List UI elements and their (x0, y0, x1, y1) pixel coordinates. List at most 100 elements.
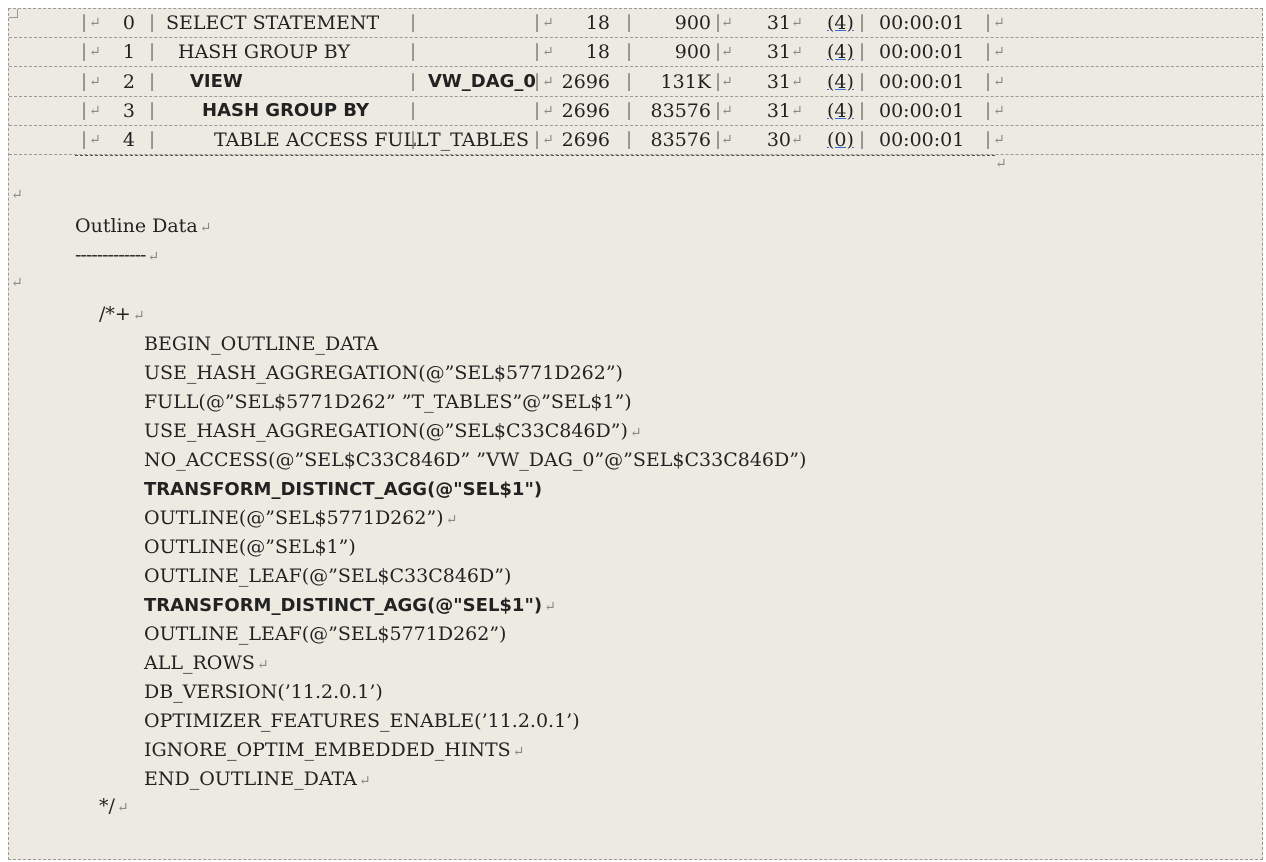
plan-id: 4 (122, 129, 135, 151)
cell-mark: ↵ (791, 132, 803, 148)
plan-bottom-divider (75, 155, 995, 157)
hint-close-text: */ (99, 795, 115, 817)
plan-operation: VIEW (190, 71, 243, 92)
paragraph-mark: ↵ (544, 599, 556, 615)
plan-row[interactable]: | ↵ 3 | HASH GROUP BY | | ↵ 2696 | 83576 | ↵ 31 ↵ (4) | 0… (9, 97, 1264, 126)
outline-hint[interactable]: USE_HASH_AGGREGATION(@”SEL$C33C846D”) ↵ (144, 418, 642, 446)
column-separator: | (81, 71, 88, 92)
outline-hint-text: TRANSFORM_DISTINCT_AGG(@"SEL$1") (144, 479, 543, 500)
outline-hint-text: OUTLINE_LEAF(@”SEL$5771D262”) (144, 623, 507, 645)
cell-mark: ↵ (791, 103, 803, 119)
outline-underline-text: ------------- (75, 244, 146, 266)
column-separator: | (534, 100, 541, 121)
plan-cpu: (4) (827, 12, 854, 34)
outline-hint-text: OPTIMIZER_FEATURES_ENABLE(’11.2.0.1’) (144, 710, 580, 732)
outline-hint-text: IGNORE_OPTIM_EMBEDDED_HINTS (144, 739, 511, 761)
outline-hint-text: USE_HASH_AGGREGATION(@”SEL$5771D262”) (144, 362, 623, 384)
outline-hint[interactable]: FULL(@”SEL$5771D262” ”T_TABLES”@”SEL$1”) (144, 389, 632, 415)
outline-heading-underline[interactable]: ------------- ↵ (75, 242, 159, 270)
column-separator: | (410, 71, 417, 92)
cell-mark: ↵ (721, 132, 733, 148)
plan-cost: 31 (766, 71, 791, 93)
paragraph-mark: ↵ (199, 220, 212, 236)
column-separator: | (626, 41, 633, 62)
plan-rows: 18 (585, 12, 610, 34)
paragraph-mark: ↵ (512, 744, 525, 760)
cell-mark: ↵ (721, 15, 733, 31)
paragraph-mark: ↵ (445, 512, 458, 528)
column-separator: | (149, 100, 156, 121)
plan-row[interactable]: | ↵ 1 | HASH GROUP BY | | ↵ 18 | 900 | ↵ 31 ↵ (4) | 00:00… (9, 38, 1264, 67)
column-separator: | (985, 71, 992, 92)
hint-block-open[interactable]: /*+ ↵ (99, 301, 145, 329)
column-separator: | (149, 71, 156, 92)
cell-mark: ↵ (542, 44, 554, 60)
plan-cost: 30 (766, 129, 791, 151)
plan-row[interactable]: | ↵ 2 | VIEW | VW_DAG_0 | ↵ 2696 | 131K | ↵ 31 ↵ (4) | 00:… (9, 68, 1264, 97)
outline-hint[interactable]: OUTLINE_LEAF(@”SEL$C33C846D”) (144, 563, 511, 589)
cell-mark: ↵ (993, 103, 1005, 119)
outline-hint[interactable]: IGNORE_OPTIM_EMBEDDED_HINTS ↵ (144, 737, 524, 765)
cell-mark: ↵ (542, 132, 554, 148)
plan-cpu: (0) (827, 129, 854, 151)
column-separator: | (985, 41, 992, 62)
outline-hint[interactable]: OPTIMIZER_FEATURES_ENABLE(’11.2.0.1’) (144, 708, 580, 734)
plan-row[interactable]: | ↵ 4 | TABLE ACCESS FULL | T_TABLES | ↵ 2696 | 835… (9, 126, 1264, 155)
column-separator: | (534, 71, 541, 92)
hint-open-text: /*+ (99, 303, 131, 325)
column-separator: | (859, 41, 866, 62)
column-separator: | (534, 41, 541, 62)
cell-mark: ↵ (89, 74, 101, 90)
outline-hint[interactable]: NO_ACCESS(@”SEL$C33C846D” ”VW_DAG_0”@”SE… (144, 447, 806, 473)
plan-time: 00:00:01 (879, 100, 965, 122)
outline-heading[interactable]: Outline Data ↵ (75, 213, 211, 241)
column-separator: | (149, 12, 156, 33)
column-separator: | (81, 12, 88, 33)
cell-mark: ↵ (89, 44, 101, 60)
plan-time: 00:00:01 (879, 129, 965, 151)
paragraph-mark: ↵ (11, 275, 23, 291)
plan-operation: TABLE ACCESS FULL (214, 129, 429, 151)
column-separator: | (149, 129, 156, 150)
plan-bytes: 83576 (650, 129, 711, 151)
outline-hint[interactable]: OUTLINE(@”SEL$5771D262”) ↵ (144, 505, 457, 533)
paragraph-mark: ↵ (11, 187, 23, 203)
column-separator: | (626, 129, 633, 150)
plan-cpu: (4) (827, 100, 854, 122)
outline-hint[interactable]: BEGIN_OUTLINE_DATA (144, 331, 378, 357)
plan-cost: 31 (766, 100, 791, 122)
plan-cpu: (4) (827, 71, 854, 93)
outline-hint-text: BEGIN_OUTLINE_DATA (144, 333, 379, 355)
plan-object-name: VW_DAG_0 (428, 71, 536, 92)
plan-rows: 2696 (561, 100, 610, 122)
outline-hint[interactable]: ALL_ROWS ↵ (144, 650, 269, 678)
outline-hint[interactable]: USE_HASH_AGGREGATION(@”SEL$5771D262”) (144, 360, 623, 386)
outline-hint[interactable]: TRANSFORM_DISTINCT_AGG(@"SEL$1") (144, 476, 542, 503)
column-separator: | (859, 100, 866, 121)
hint-block-close[interactable]: */↵ (99, 793, 129, 821)
cell-mark: ↵ (89, 15, 101, 31)
outline-hint[interactable]: OUTLINE_LEAF(@”SEL$5771D262”) (144, 621, 506, 647)
paragraph-mark: ↵ (147, 249, 159, 265)
column-separator: | (859, 129, 866, 150)
cell-mark: ↵ (993, 44, 1005, 60)
column-separator: | (985, 12, 992, 33)
outline-hint-text: ALL_ROWS (144, 652, 255, 674)
outline-hint[interactable]: DB_VERSION(’11.2.0.1’) (144, 679, 383, 705)
outline-hint[interactable]: OUTLINE(@”SEL$1”) (144, 534, 356, 560)
outline-hint-text: NO_ACCESS(@”SEL$C33C846D” ”VW_DAG_0”@”SE… (144, 449, 807, 471)
cell-mark: ↵ (721, 44, 733, 60)
column-separator: | (534, 129, 541, 150)
column-separator: | (410, 129, 417, 150)
cell-mark: ↵ (542, 15, 554, 31)
cell-mark: ↵ (791, 74, 803, 90)
plan-time: 00:00:01 (879, 41, 965, 63)
column-separator: | (81, 129, 88, 150)
plan-row[interactable]: | ↵ 0 | SELECT STATEMENT | | ↵ 18 | 900 | ↵ 31 ↵ (4) | 00… (9, 9, 1264, 38)
outline-hint[interactable]: END_OUTLINE_DATA ↵ (144, 766, 371, 794)
outline-hint-text: END_OUTLINE_DATA (144, 768, 357, 790)
outline-heading-text: Outline Data (75, 215, 198, 237)
column-separator: | (410, 41, 417, 62)
column-separator: | (534, 12, 541, 33)
outline-hint[interactable]: TRANSFORM_DISTINCT_AGG(@"SEL$1") ↵ (144, 592, 556, 620)
